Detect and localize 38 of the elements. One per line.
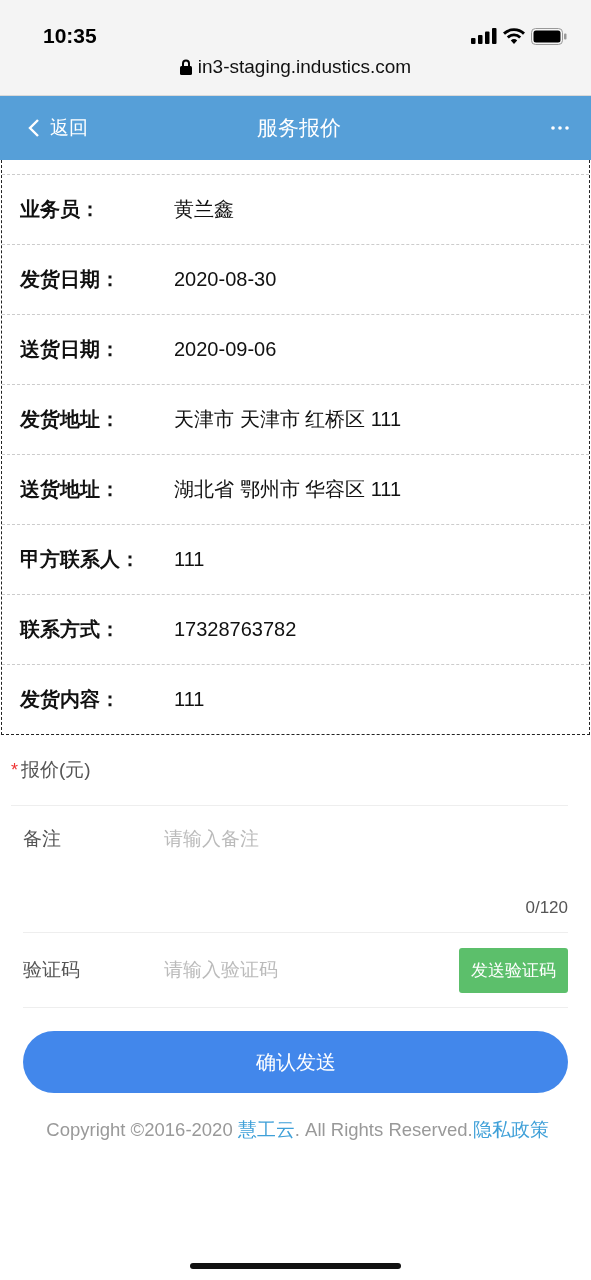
field-value: 2020-08-30 <box>174 268 277 291</box>
brand-link[interactable]: 慧工云 <box>237 1119 295 1140</box>
field-value: 111 <box>174 688 205 711</box>
field-value: 天津市 天津市 红桥区 111 <box>174 407 402 432</box>
field-value: 17328763782 <box>174 618 297 641</box>
remark-field[interactable]: 请输入备注 <box>164 828 568 850</box>
field-value: 黄兰鑫 <box>174 197 234 222</box>
field-label: 发货地址： <box>20 407 121 432</box>
battery-icon <box>531 27 567 45</box>
char-counter: 0/120 <box>525 898 568 918</box>
send-code-button[interactable]: 发送验证码 <box>459 947 568 993</box>
field-value: 湖北省 鄂州市 华容区 111 <box>174 477 402 502</box>
more-icon[interactable] <box>551 126 569 130</box>
page-title: 服务报价 <box>256 115 341 141</box>
code-field[interactable]: 请输入验证码 <box>164 959 459 981</box>
status-time: 10:35 <box>43 24 97 48</box>
field-value: 2020-09-06 <box>174 338 277 361</box>
field-label: 发货内容： <box>20 687 121 712</box>
field-label: 发货日期： <box>20 267 121 292</box>
wifi-icon <box>503 28 525 44</box>
required-mark: * <box>11 759 18 781</box>
field-value: 111 <box>174 548 205 571</box>
field-label: 甲方联系人： <box>20 547 141 572</box>
field-label: 联系方式： <box>20 617 121 642</box>
field-label: 送货地址： <box>20 477 121 502</box>
signal-icon <box>471 28 497 44</box>
privacy-link[interactable]: 隐私政策 <box>472 1119 549 1140</box>
field-label: 业务员： <box>20 197 101 222</box>
url-text[interactable]: in3-staging.industics.com <box>197 56 412 78</box>
remark-label: 备注 <box>23 827 62 851</box>
code-label: 验证码 <box>23 958 81 982</box>
chevron-left-icon <box>28 118 40 138</box>
price-label: 报价(元) <box>21 758 91 782</box>
copyright-text: Copyright ©2016-2020 慧工云. All Rights Reserved.隐私政策 <box>45 1118 550 1142</box>
back-button[interactable]: 返回 <box>28 115 88 141</box>
field-label: 送货日期： <box>20 337 121 362</box>
confirm-button[interactable]: 确认发送 <box>23 1031 568 1093</box>
lock-icon <box>179 59 192 75</box>
